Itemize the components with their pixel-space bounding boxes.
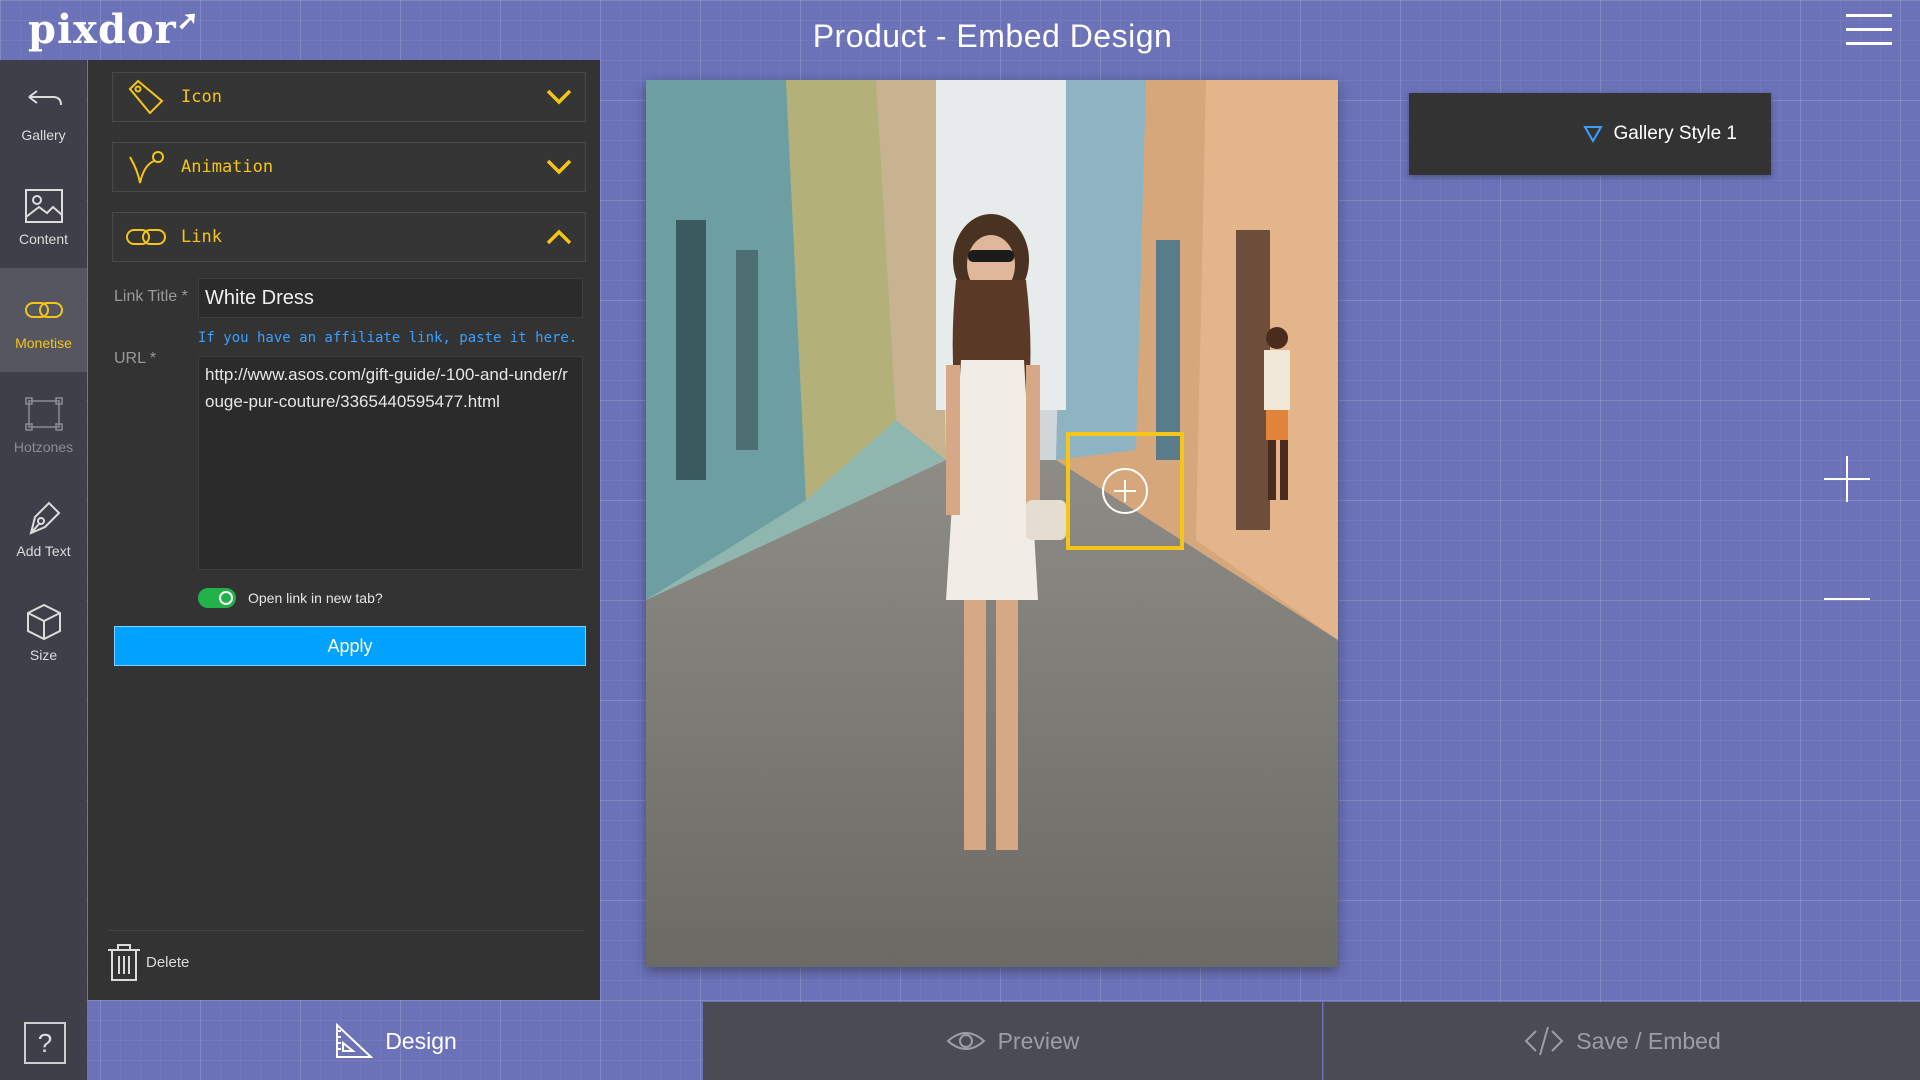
image-canvas[interactable]	[646, 80, 1338, 967]
tab-label: Preview	[997, 1027, 1080, 1054]
open-new-tab-toggle[interactable]	[198, 588, 236, 608]
delete-label: Delete	[146, 953, 190, 971]
nav-item-monetise[interactable]: Monetise	[0, 268, 87, 372]
link-icon	[24, 302, 63, 318]
nav-item-label: Content	[18, 231, 69, 247]
nav-item-label: Monetise	[15, 335, 72, 351]
set-square-icon	[336, 1023, 374, 1058]
hamburger-menu-icon[interactable]	[1846, 14, 1892, 48]
back-arrow-icon	[27, 90, 62, 106]
affiliate-hint: If you have an affiliate link, paste it …	[198, 330, 578, 346]
left-nav: Gallery Content Monetise Hotzones Add Te…	[0, 60, 87, 1080]
accordion-icon[interactable]: Icon	[112, 72, 586, 122]
nav-item-gallery[interactable]: Gallery	[0, 60, 87, 164]
chevron-up-icon	[546, 229, 572, 245]
nav-item-label: Add Text	[16, 543, 71, 559]
cube-icon	[26, 603, 61, 641]
url-textarea[interactable]: http://www.asos.com/gift-guide/-100-and-…	[198, 356, 583, 570]
zoom-out-icon[interactable]	[1824, 596, 1870, 602]
triangle-down-icon	[1583, 126, 1604, 143]
nav-item-label: Gallery	[21, 127, 66, 143]
tab-preview[interactable]: Preview	[703, 1002, 1322, 1080]
animation-icon	[121, 147, 171, 187]
open-new-tab-label: Open link in new tab?	[248, 590, 383, 606]
nav-item-add-text[interactable]: Add Text	[0, 476, 87, 580]
accordion-label: Animation	[181, 157, 274, 177]
accordion-label: Link	[181, 227, 222, 247]
nav-item-label: Hotzones	[13, 439, 74, 455]
nav-item-label: Size	[29, 647, 58, 663]
link-title-label: Link Title *	[114, 288, 188, 305]
tag-icon	[121, 77, 171, 117]
url-label: URL *	[114, 350, 157, 367]
apply-button[interactable]: Apply	[114, 626, 586, 666]
nav-item-size[interactable]: Size	[0, 580, 87, 684]
gallery-style-dropdown[interactable]: Gallery Style 1	[1409, 93, 1771, 175]
delete-button[interactable]: Delete	[106, 942, 189, 982]
product-photo	[646, 80, 1338, 967]
tab-label: Save / Embed	[1576, 1027, 1721, 1054]
plus-circle-icon	[1102, 468, 1148, 514]
tab-label: Design	[385, 1027, 457, 1054]
pen-icon	[29, 501, 60, 535]
help-button[interactable]: ?	[24, 1022, 66, 1064]
hotspot-marker[interactable]	[1066, 432, 1184, 550]
editor-panel: Icon Animation Link Link Title * White D…	[88, 60, 600, 1000]
hotzone-icon	[24, 397, 63, 431]
zoom-in-icon[interactable]	[1824, 456, 1870, 502]
code-icon	[1524, 1026, 1564, 1056]
accordion-label: Icon	[181, 87, 222, 107]
page-title: Product - Embed Design	[812, 18, 1173, 54]
nav-item-hotzones[interactable]: Hotzones	[0, 372, 87, 476]
gallery-style-value: Gallery Style 1	[1613, 123, 1737, 144]
panel-divider	[108, 930, 584, 931]
accordion-animation[interactable]: Animation	[112, 142, 586, 192]
tab-design[interactable]: Design	[88, 1002, 702, 1080]
link-icon	[121, 217, 171, 257]
image-icon	[24, 189, 63, 223]
link-title-input[interactable]: White Dress	[198, 278, 583, 318]
chevron-down-icon	[546, 159, 572, 175]
chevron-down-icon	[546, 89, 572, 105]
eye-icon	[946, 1032, 986, 1050]
tab-save-embed[interactable]: Save / Embed	[1323, 1002, 1920, 1080]
nav-item-content[interactable]: Content	[0, 164, 87, 268]
trash-icon	[108, 944, 140, 981]
accordion-link[interactable]: Link	[112, 212, 586, 262]
